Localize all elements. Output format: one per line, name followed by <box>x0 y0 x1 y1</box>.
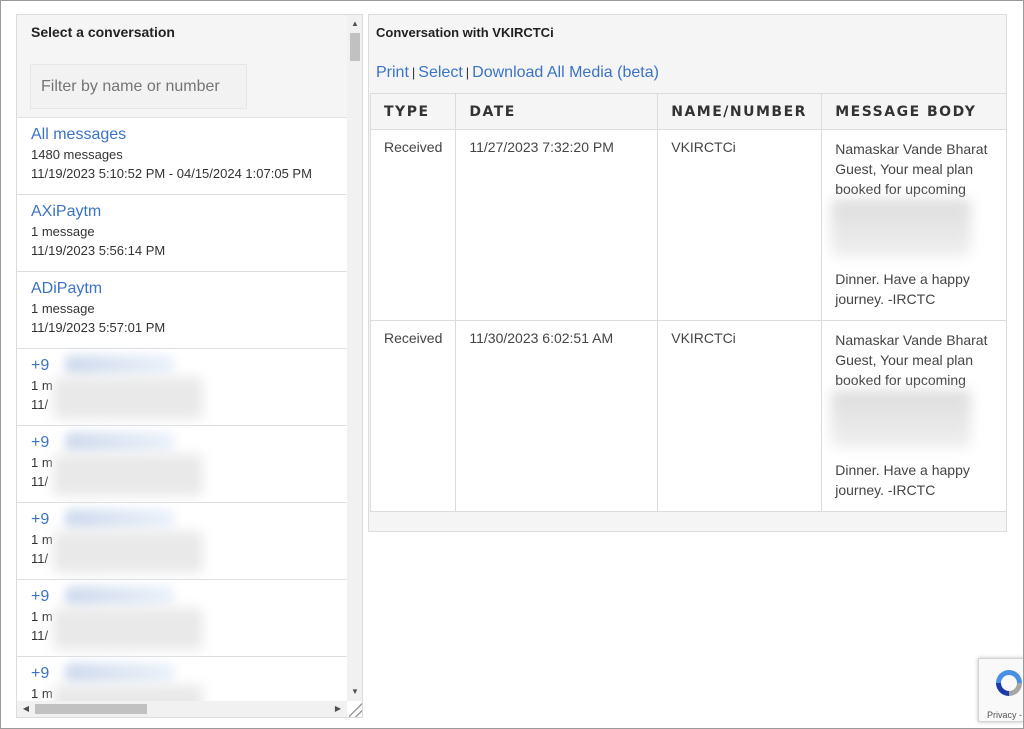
conversation-picker-header: Select a conversation <box>17 15 347 118</box>
cell-date: 11/30/2023 6:02:51 AM <box>455 320 659 512</box>
conversation-name[interactable]: All messages <box>31 125 333 145</box>
scroll-down-arrow-icon[interactable]: ▼ <box>347 685 362 699</box>
cell-message-body: Namaskar Vande Bharat Guest, Your meal p… <box>821 129 1007 321</box>
action-separator: | <box>411 65 416 80</box>
redaction-blur <box>831 199 972 257</box>
conversation-count: 1 message <box>31 301 95 316</box>
cell-name: VKIRCTCi <box>657 129 823 321</box>
redaction-blur <box>65 663 175 683</box>
redaction-blur <box>65 432 175 452</box>
scroll-up-arrow-icon[interactable]: ▲ <box>347 17 362 31</box>
redaction-blur <box>53 608 203 650</box>
table-row: Received 11/27/2023 7:32:20 PM VKIRCTCi … <box>369 129 1007 321</box>
filter-input[interactable] <box>30 64 247 109</box>
action-separator: | <box>465 65 470 80</box>
select-link[interactable]: Select <box>418 64 462 81</box>
conversation-actions: Print | Select | Download All Media (beta) <box>376 64 659 82</box>
conversation-item-axipaytm[interactable]: AXiPaytm 1 message 11/19/2023 5:56:14 PM <box>17 195 347 272</box>
message-body-start: Namaskar Vande Bharat Guest, Your meal p… <box>835 141 988 197</box>
resize-grip-icon[interactable] <box>349 703 362 717</box>
conversation-count: 1480 messages <box>31 147 123 162</box>
conversation-count: 1 message <box>31 224 95 239</box>
conversation-picker: Select a conversation All messages 1480 … <box>16 14 363 718</box>
conversation-view: Conversation with VKIRCTCi Print | Select |… <box>368 14 1007 532</box>
conversation-item-redacted[interactable]: +9 1 m 11/ <box>17 580 347 657</box>
table-header-row: TYPE DATE NAME/NUMBER MESSAGE BODY <box>369 93 1007 130</box>
cell-type: Received <box>369 320 457 512</box>
horizontal-scroll-thumb[interactable] <box>35 704 147 714</box>
recaptcha-privacy-text[interactable]: Privacy - Terms <box>987 710 1024 720</box>
conversation-item-redacted[interactable]: +9 1 m <box>17 657 347 701</box>
conversation-name[interactable]: ADiPaytm <box>31 279 333 299</box>
conversation-list: All messages 1480 messages 11/19/2023 5:… <box>17 118 347 701</box>
horizontal-scrollbar[interactable]: ◀ ▶ <box>17 701 347 717</box>
column-header-message-body[interactable]: MESSAGE BODY <box>821 93 1007 130</box>
conversation-item-redacted[interactable]: +9 1 m 11/ <box>17 349 347 426</box>
redaction-blur <box>53 454 203 496</box>
redaction-blur <box>53 531 203 573</box>
conversation-item-redacted[interactable]: +9 1 m 11/ <box>17 426 347 503</box>
message-body-end: Dinner. Have a happy journey. -IRCTC <box>835 271 970 307</box>
table-row: Received 11/30/2023 6:02:51 AM VKIRCTCi … <box>369 320 1007 512</box>
redaction-blur <box>831 390 972 448</box>
cell-date: 11/27/2023 7:32:20 PM <box>455 129 659 321</box>
recaptcha-badge[interactable]: Privacy - Terms <box>978 658 1024 722</box>
message-body-end: Dinner. Have a happy journey. -IRCTC <box>835 462 970 498</box>
vertical-scrollbar[interactable]: ▲ ▼ <box>347 15 362 701</box>
conversation-date: 11/19/2023 5:10:52 PM - 04/15/2024 1:07:… <box>31 166 312 181</box>
picker-title: Select a conversation <box>31 24 175 40</box>
scroll-left-arrow-icon[interactable]: ◀ <box>19 701 33 717</box>
redaction-blur <box>65 509 175 529</box>
message-body-start: Namaskar Vande Bharat Guest, Your meal p… <box>835 332 988 388</box>
cell-type: Received <box>369 129 457 321</box>
messages-table: TYPE DATE NAME/NUMBER MESSAGE BODY Recei… <box>369 93 1007 512</box>
redaction-blur <box>53 377 203 419</box>
redaction-blur <box>53 685 203 701</box>
download-all-media-link[interactable]: Download All Media (beta) <box>472 64 659 81</box>
cell-message-body: Namaskar Vande Bharat Guest, Your meal p… <box>821 320 1007 512</box>
redaction-blur <box>65 586 175 606</box>
conversation-title: Conversation with VKIRCTCi <box>376 25 554 40</box>
conversation-date: 11/19/2023 5:56:14 PM <box>31 243 166 258</box>
conversation-date: 11/19/2023 5:57:01 PM <box>31 320 166 335</box>
recaptcha-icon <box>996 670 1022 696</box>
print-link[interactable]: Print <box>376 64 409 81</box>
column-header-date[interactable]: DATE <box>455 93 659 130</box>
conversation-item-adipaytm[interactable]: ADiPaytm 1 message 11/19/2023 5:57:01 PM <box>17 272 347 349</box>
column-header-type[interactable]: TYPE <box>369 93 457 130</box>
conversation-item-redacted[interactable]: +9 1 m 11/ <box>17 503 347 580</box>
cell-name: VKIRCTCi <box>657 320 823 512</box>
scroll-right-arrow-icon[interactable]: ▶ <box>331 701 345 717</box>
vertical-scroll-thumb[interactable] <box>350 33 360 61</box>
column-header-name-number[interactable]: NAME/NUMBER <box>657 93 823 130</box>
conversation-name[interactable]: AXiPaytm <box>31 202 333 222</box>
redaction-blur <box>65 355 175 375</box>
conversation-item-all-messages[interactable]: All messages 1480 messages 11/19/2023 5:… <box>17 118 347 195</box>
